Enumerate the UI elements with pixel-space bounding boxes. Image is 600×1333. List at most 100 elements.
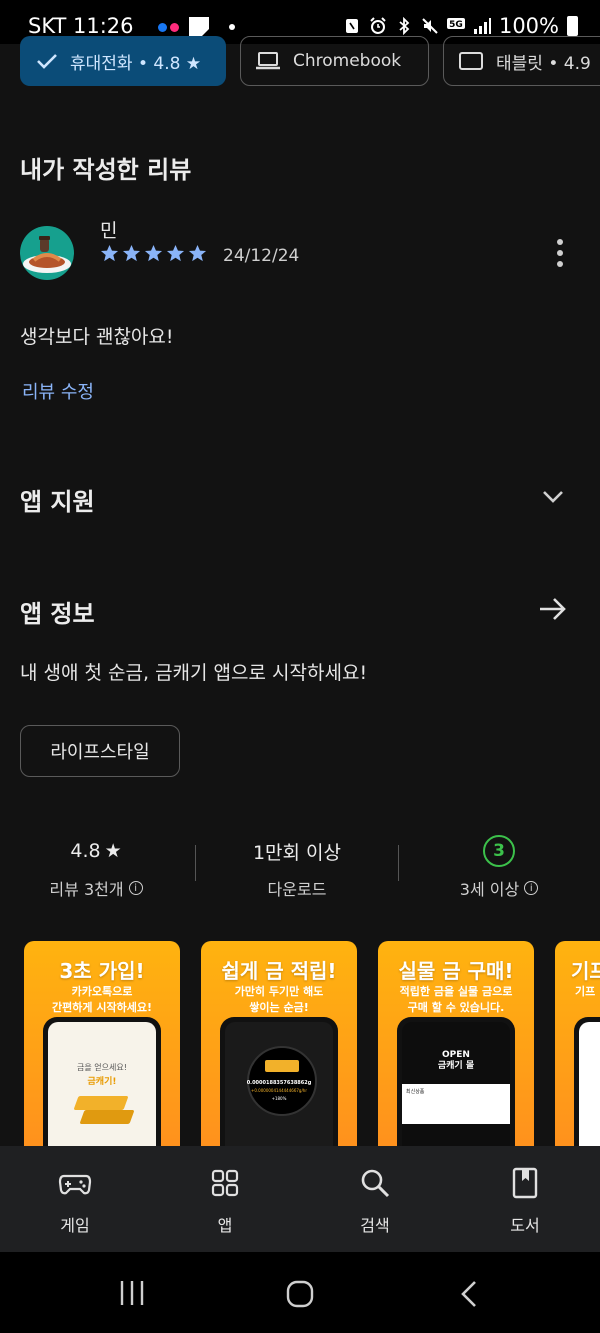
gamepad-icon: [58, 1174, 92, 1195]
stat-age-rating[interactable]: 3 3세 이상 i: [409, 835, 589, 900]
network-5g-icon: 5G: [446, 18, 465, 30]
arrow-right-icon[interactable]: [537, 593, 569, 625]
screenshot-card[interactable]: 실물 금 구매! 적립한 금을 실물 금으로 구매 할 수 있습니다. OPEN…: [378, 941, 534, 1161]
recent-apps-icon[interactable]: [118, 1279, 146, 1307]
device-chip-chromebook[interactable]: Chromebook: [240, 36, 429, 86]
apps-grid-icon: [211, 1169, 239, 1197]
app-description: 내 생애 첫 순금, 금캐기 앱으로 시작하세요!: [20, 662, 368, 684]
book-icon: [512, 1167, 538, 1199]
downloads-value: 1만회 이상: [252, 841, 342, 864]
star-icon: [144, 244, 163, 262]
screenshot-title: 3초 가입!: [59, 959, 145, 983]
gold-bar-image: [79, 1110, 135, 1124]
screenshot-card[interactable]: 쉽게 금 적립! 가만히 두기만 해도 쌓이는 순금! 0.0000188357…: [201, 941, 357, 1161]
screen-tab: 최신상품: [406, 1089, 425, 1095]
nav-item-search[interactable]: 검색: [300, 1146, 450, 1252]
screen-text: 금을 얻으세요!: [77, 1063, 127, 1072]
search-icon: [361, 1169, 390, 1198]
play-store-page: SKT 11:26 5G 100% 휴대전화 • 4.8 ★ Chromeboo…: [0, 0, 600, 1333]
screenshot-subtitle: 적립한 금을 실물 금으로 구매 할 수 있습니다.: [399, 985, 513, 1014]
nav-item-books[interactable]: 도서: [450, 1146, 600, 1252]
star-icon: [166, 244, 185, 262]
phone-screen: [579, 1022, 600, 1161]
screen-note: +180%: [271, 1096, 287, 1101]
screenshot-title: 기프: [571, 959, 600, 983]
device-chip-label: 태블릿 • 4.9: [496, 53, 591, 74]
notification-icons: [158, 17, 235, 37]
home-icon[interactable]: [285, 1279, 315, 1309]
gold-bar-image: [73, 1096, 129, 1110]
more-options-icon[interactable]: [550, 238, 570, 268]
device-chip-label: Chromebook: [293, 51, 402, 71]
screenshot-subtitle: 기프: [575, 985, 596, 998]
screenshot-title: 실물 금 구매!: [398, 959, 514, 983]
screenshot-card[interactable]: 기프 기프: [555, 941, 600, 1161]
category-chip[interactable]: 라이프스타일: [20, 725, 180, 777]
nav-label: 도서: [510, 1216, 540, 1235]
alarm-icon: [370, 17, 386, 34]
nav-item-games[interactable]: 게임: [0, 1146, 150, 1252]
system-status-icons: 5G 100%: [343, 14, 578, 38]
screen-banner: OPEN 금캐기 몰: [437, 1050, 475, 1071]
bluetooth-icon: [399, 17, 410, 35]
rating-count: 리뷰 3천개: [49, 880, 124, 899]
screen-brand: 금캐기!: [87, 1077, 117, 1087]
nav-item-apps[interactable]: 앱: [150, 1146, 300, 1252]
stat-divider: [398, 845, 399, 881]
chevron-down-icon[interactable]: [540, 484, 566, 510]
check-icon: [37, 54, 57, 69]
reviewer-name: 민: [100, 220, 118, 242]
status-time: SKT 11:26: [28, 14, 134, 38]
signal-icon: [473, 18, 491, 34]
flickr-notification-icon: [158, 22, 167, 32]
screen-sub: +0.0000004144444667g/hr: [251, 1088, 307, 1093]
app-support-title[interactable]: 앱 지원: [20, 482, 95, 517]
note-notification-icon: [189, 17, 209, 37]
nav-label: 앱: [217, 1216, 233, 1235]
screenshot-title: 쉽게 금 적립!: [221, 959, 337, 983]
screenshot-subtitle: 가만히 두기만 해도 쌓이는 순금!: [234, 985, 324, 1014]
review-text: 생각보다 괜찮아요!: [20, 326, 174, 348]
phone-screen: 0.0000188357638862g +0.0000004144444667g…: [225, 1022, 333, 1161]
star-icon: [188, 244, 207, 262]
star-icon: ★: [104, 840, 122, 862]
downloads-label: 다운로드: [267, 880, 327, 899]
bottom-navigation: 게임 앱 검색 도서: [0, 1146, 600, 1252]
phone-mockup: 금을 얻으세요! 금캐기!: [43, 1017, 161, 1161]
edit-review-link[interactable]: 리뷰 수정: [22, 378, 94, 404]
review-stars: [100, 244, 207, 263]
tablet-icon: [459, 52, 483, 70]
nav-label: 게임: [60, 1216, 90, 1235]
back-icon[interactable]: [458, 1279, 480, 1309]
info-icon: i: [524, 881, 539, 895]
app-info-title[interactable]: 앱 정보: [20, 594, 95, 629]
system-navigation-bar: [0, 1252, 600, 1333]
nfc-icon: [345, 19, 358, 33]
review-date: 24/12/24: [223, 246, 300, 266]
phone-mockup: 0.0000188357638862g +0.0000004144444667g…: [220, 1017, 338, 1161]
mute-icon: [422, 18, 438, 34]
star-icon: [122, 244, 141, 262]
avatar[interactable]: [20, 226, 74, 280]
phone-mockup: OPEN 금캐기 몰 최신상품: [397, 1017, 515, 1161]
battery-percent: 100%: [498, 14, 559, 38]
info-icon: i: [128, 881, 143, 895]
age-rating-label: 3세 이상: [459, 880, 520, 899]
phone-mockup: [574, 1017, 600, 1161]
laptop-icon: [256, 52, 280, 70]
phone-screen: OPEN 금캐기 몰 최신상품: [402, 1022, 510, 1161]
star-icon: [100, 244, 119, 262]
flickr-notification-icon-pink: [170, 22, 179, 32]
my-review-title: 내가 작성한 리뷰: [20, 156, 192, 184]
device-chip-phone[interactable]: 휴대전화 • 4.8 ★: [20, 36, 226, 86]
nav-label: 검색: [360, 1216, 390, 1235]
device-chip-tablet[interactable]: 태블릿 • 4.9: [443, 36, 600, 86]
rating-value: 4.8: [70, 840, 101, 862]
screenshot-card[interactable]: 3초 가입! 카카오톡으로 간편하게 시작하세요! 금을 얻으세요! 금캐기!: [24, 941, 180, 1161]
stat-rating[interactable]: 4.8 ★ 리뷰 3천개 i: [6, 836, 186, 900]
avatar-food-image: [23, 236, 71, 273]
device-chip-label: 휴대전화 • 4.8 ★: [70, 53, 202, 74]
phone-screen: 금을 얻으세요! 금캐기!: [48, 1022, 156, 1161]
stat-downloads: 1만회 이상 다운로드: [207, 836, 387, 900]
screenshot-subtitle: 카카오톡으로 간편하게 시작하세요!: [52, 985, 152, 1014]
